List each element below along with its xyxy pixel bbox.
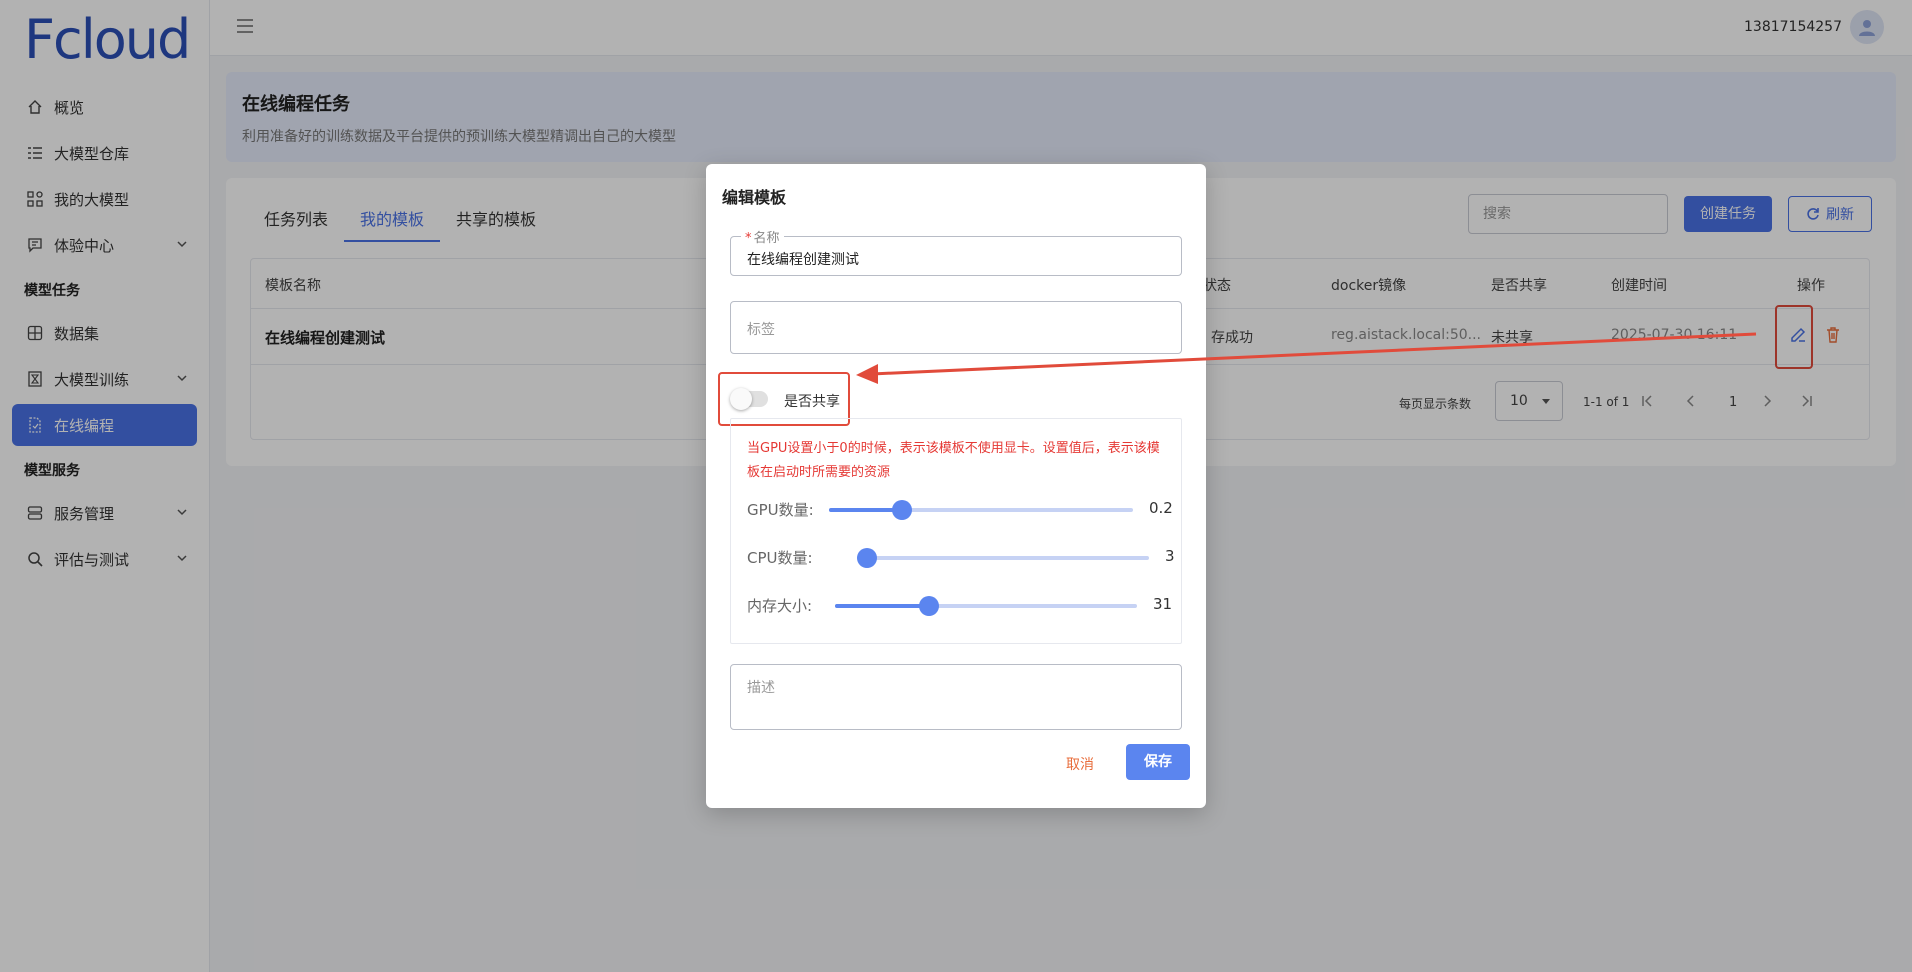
gpu-slider[interactable]: [829, 500, 1133, 520]
tags-field[interactable]: 标签: [730, 301, 1182, 354]
required-mark: *: [745, 231, 752, 246]
gpu-slider-thumb[interactable]: [891, 500, 912, 520]
cpu-slider-row: CPU数量: 3: [747, 545, 1175, 569]
name-label-text: 名称: [753, 231, 780, 246]
memory-slider-row: 内存大小: 31: [747, 593, 1172, 617]
description-placeholder: 描述: [747, 680, 775, 696]
dialog-title: 编辑模板: [722, 188, 787, 207]
share-label: 是否共享: [784, 394, 840, 410]
gpu-slider-value: 0.2: [1149, 499, 1173, 517]
cpu-slider[interactable]: [857, 548, 1149, 568]
cpu-slider-thumb[interactable]: [857, 548, 877, 568]
gpu-slider-row: GPU数量: 0.2: [747, 497, 1173, 521]
description-field[interactable]: 描述: [730, 664, 1182, 730]
cancel-button[interactable]: 取消: [1066, 754, 1094, 774]
memory-slider-value: 31: [1153, 595, 1173, 613]
cpu-slider-label: CPU数量:: [747, 549, 813, 567]
name-field-value: 在线编程创建测试: [747, 252, 859, 268]
toggle-knob: [730, 388, 752, 410]
memory-slider-label: 内存大小:: [747, 597, 813, 615]
gpu-slider-label: GPU数量:: [747, 501, 814, 519]
save-button[interactable]: 保存: [1126, 744, 1190, 780]
name-field[interactable]: * 名称 在线编程创建测试: [730, 227, 1182, 276]
share-toggle[interactable]: [730, 388, 768, 410]
name-field-label: * 名称: [741, 227, 784, 246]
resource-note: 当GPU设置小于0的时候，表示该模板不使用显卡。设置值后，表示该模板在启动时所需…: [747, 441, 1160, 480]
memory-slider[interactable]: [835, 596, 1137, 616]
edit-template-dialog: 编辑模板 * 名称 在线编程创建测试 标签 是否共享 当GPU设置小于0的时候，表…: [706, 164, 1206, 808]
memory-slider-fill: [835, 604, 929, 608]
cpu-slider-value: 3: [1165, 547, 1175, 565]
tags-placeholder: 标签: [747, 322, 775, 338]
resource-panel: 当GPU设置小于0的时候，表示该模板不使用显卡。设置值后，表示该模板在启动时所需…: [730, 418, 1182, 644]
memory-slider-thumb[interactable]: [918, 596, 939, 616]
